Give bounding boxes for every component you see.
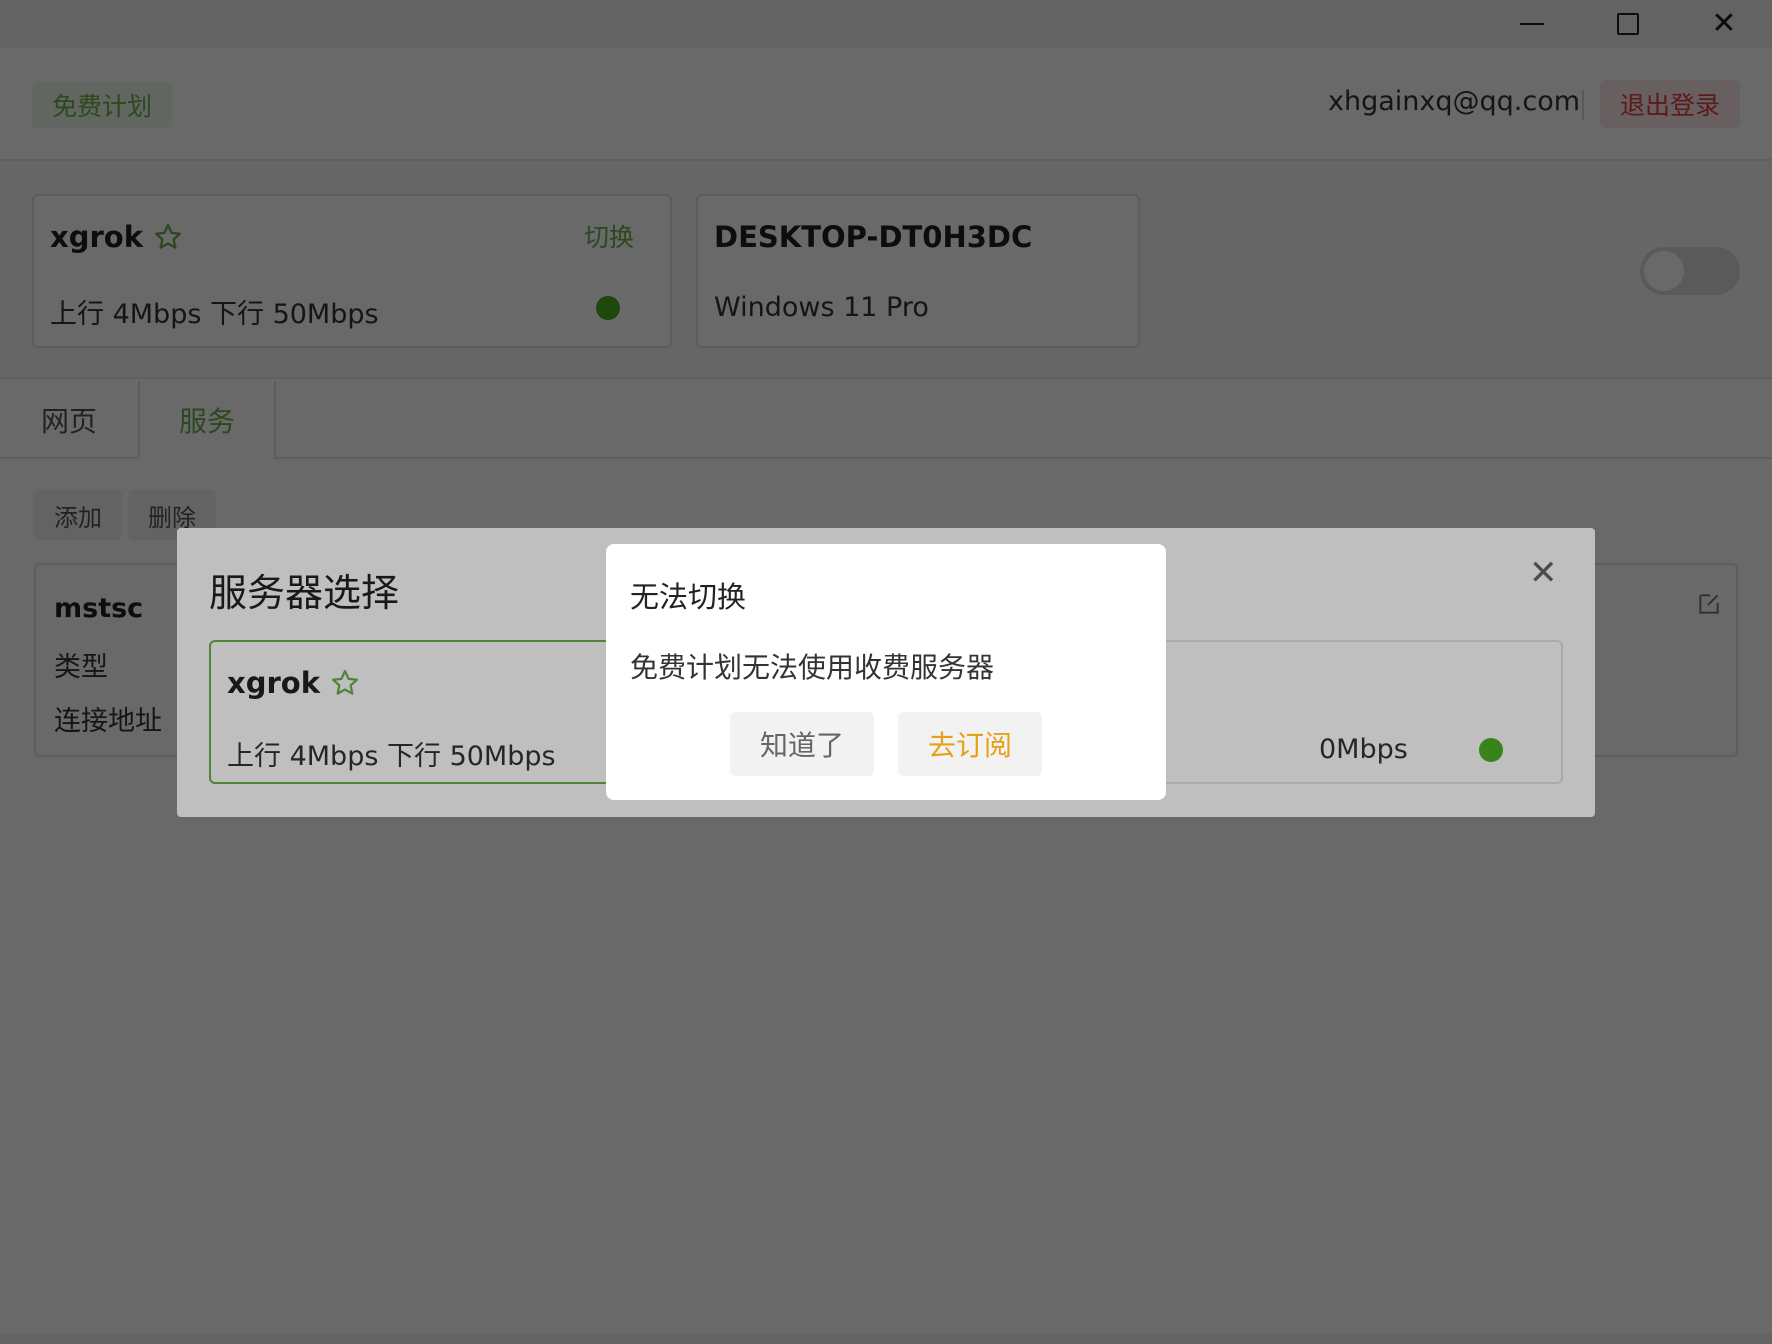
subscribe-button[interactable]: 去订阅 — [898, 712, 1042, 776]
acknowledge-button[interactable]: 知道了 — [730, 712, 874, 776]
alert-dialog: 无法切换 免费计划无法使用收费服务器 知道了 去订阅 — [606, 544, 1166, 800]
alert-title: 无法切换 — [630, 580, 747, 614]
alert-message: 免费计划无法使用收费服务器 — [630, 651, 995, 684]
